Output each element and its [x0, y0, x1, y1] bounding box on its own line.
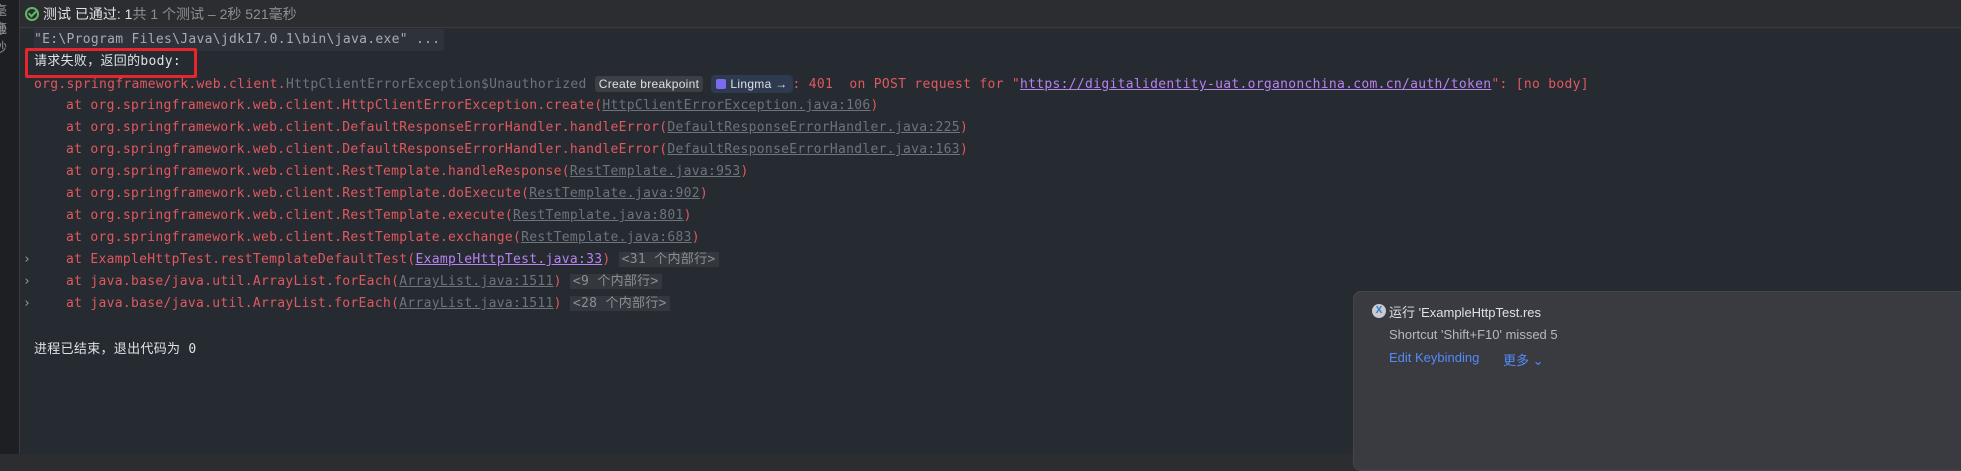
frame-tail: ): [683, 208, 692, 223]
notification-title: 运行 'ExampleHttpTest.res: [1389, 305, 1542, 320]
source-link[interactable]: RestTemplate.java:902: [529, 186, 700, 201]
expand-chevron-icon[interactable]: ›: [23, 271, 31, 293]
exit-message: 进程已结束，退出代码为 0: [34, 342, 197, 357]
exception-class[interactable]: HttpClientErrorException$Unauthorized: [286, 77, 587, 92]
frame-text: at ExampleHttpTest.restTemplateDefaultTe…: [66, 252, 416, 267]
frame-tail: ): [959, 142, 969, 157]
run-icon: X: [1372, 304, 1386, 318]
expand-chevron-icon[interactable]: ›: [23, 249, 31, 271]
test-status-bar: 测试 已通过: 1 共 1 个测试 – 2秒 521毫秒: [20, 0, 1961, 28]
expand-chevron-icon[interactable]: ›: [23, 293, 31, 315]
more-dropdown[interactable]: 更多 ⌄: [1503, 350, 1544, 369]
shortcut-notification[interactable]: X 运行 'ExampleHttpTest.res Shortcut 'Shif…: [1353, 291, 1961, 471]
stack-frame: at org.springframework.web.client.HttpCl…: [34, 95, 879, 117]
lingma-label: Lingma →: [730, 77, 788, 91]
source-link[interactable]: RestTemplate.java:953: [570, 164, 741, 179]
frame-text: at org.springframework.web.client.RestTe…: [66, 186, 530, 201]
stack-frame: at java.base/java.util.ArrayList.forEach…: [34, 271, 662, 293]
frame-tail: ): [740, 164, 749, 179]
frame-tail: ): [553, 274, 562, 289]
left-gutter: 毫秒 毫秒: [0, 0, 20, 454]
frame-text: at java.base/java.util.ArrayList.forEach…: [66, 274, 400, 289]
exception-msg: : 401 on POST request for ": [792, 77, 1021, 92]
stack-frame: at org.springframework.web.client.RestTe…: [34, 161, 749, 183]
highlight-box: [25, 48, 197, 78]
stack-frame: at ExampleHttpTest.restTemplateDefaultTe…: [34, 249, 719, 271]
stack-frame: at org.springframework.web.client.RestTe…: [34, 205, 692, 227]
stack-frame: at org.springframework.web.client.Defaul…: [34, 117, 968, 139]
source-link[interactable]: RestTemplate.java:801: [513, 208, 684, 223]
frame-tail: ): [699, 186, 709, 201]
frame-tail: ): [553, 296, 562, 311]
source-link[interactable]: DefaultResponseErrorHandler.java:225: [667, 120, 960, 135]
source-link[interactable]: DefaultResponseErrorHandler.java:163: [667, 142, 960, 157]
source-link[interactable]: HttpClientErrorException.java:106: [602, 98, 870, 113]
frame-text: at org.springframework.web.client.RestTe…: [66, 208, 513, 223]
lingma-icon: [716, 79, 727, 89]
frame-text: at org.springframework.web.client.RestTe…: [66, 230, 522, 245]
check-circle-icon: [25, 6, 39, 21]
exception-msg-end: ": [no body]: [1491, 77, 1589, 92]
frame-tail: ): [959, 120, 969, 135]
lingma-button[interactable]: Lingma →: [711, 75, 793, 93]
source-link[interactable]: ArrayList.java:1511: [399, 296, 553, 311]
exception-line: org.springframework.web.client.HttpClien…: [34, 73, 1589, 95]
exception-package: org.springframework.web.client.: [34, 77, 286, 92]
notification-body: Shortcut 'Shift+F10' missed 5: [1389, 327, 1558, 342]
stack-frame: at java.base/java.util.ArrayList.forEach…: [34, 293, 670, 315]
gutter-time: 毫秒: [0, 21, 8, 55]
frame-text: at org.springframework.web.client.Defaul…: [66, 120, 668, 135]
frame-tail: ): [870, 98, 879, 113]
stack-frame: at org.springframework.web.client.Defaul…: [34, 139, 968, 161]
stack-frame: at org.springframework.web.client.RestTe…: [34, 227, 700, 249]
frame-text: at org.springframework.web.client.HttpCl…: [66, 98, 603, 113]
frame-text: at org.springframework.web.client.Defaul…: [66, 142, 668, 157]
exception-url-link[interactable]: https://digitalidentity-uat.organonchina…: [1020, 77, 1491, 92]
collapsed-lines-badge[interactable]: <9 个内部行>: [569, 274, 662, 289]
source-link[interactable]: ExampleHttpTest.java:33: [415, 252, 602, 267]
edit-keybinding-link[interactable]: Edit Keybinding: [1389, 350, 1479, 365]
source-link[interactable]: ArrayList.java:1511: [399, 274, 553, 289]
frame-text: at org.springframework.web.client.RestTe…: [66, 164, 570, 179]
frame-tail: ): [691, 230, 700, 245]
frame-tail: ): [602, 252, 611, 267]
collapsed-lines-badge[interactable]: <28 个内部行>: [569, 296, 670, 311]
frame-text: at java.base/java.util.ArrayList.forEach…: [66, 296, 400, 311]
test-summary: 共 1 个测试 – 2秒 521毫秒: [132, 5, 297, 22]
create-breakpoint-button[interactable]: Create breakpoint: [594, 76, 704, 92]
source-link[interactable]: RestTemplate.java:683: [521, 230, 692, 245]
collapsed-lines-badge[interactable]: <31 个内部行>: [618, 252, 719, 267]
test-passed-label: 测试 已通过: 1: [43, 5, 133, 22]
stack-frame: at org.springframework.web.client.RestTe…: [34, 183, 708, 205]
